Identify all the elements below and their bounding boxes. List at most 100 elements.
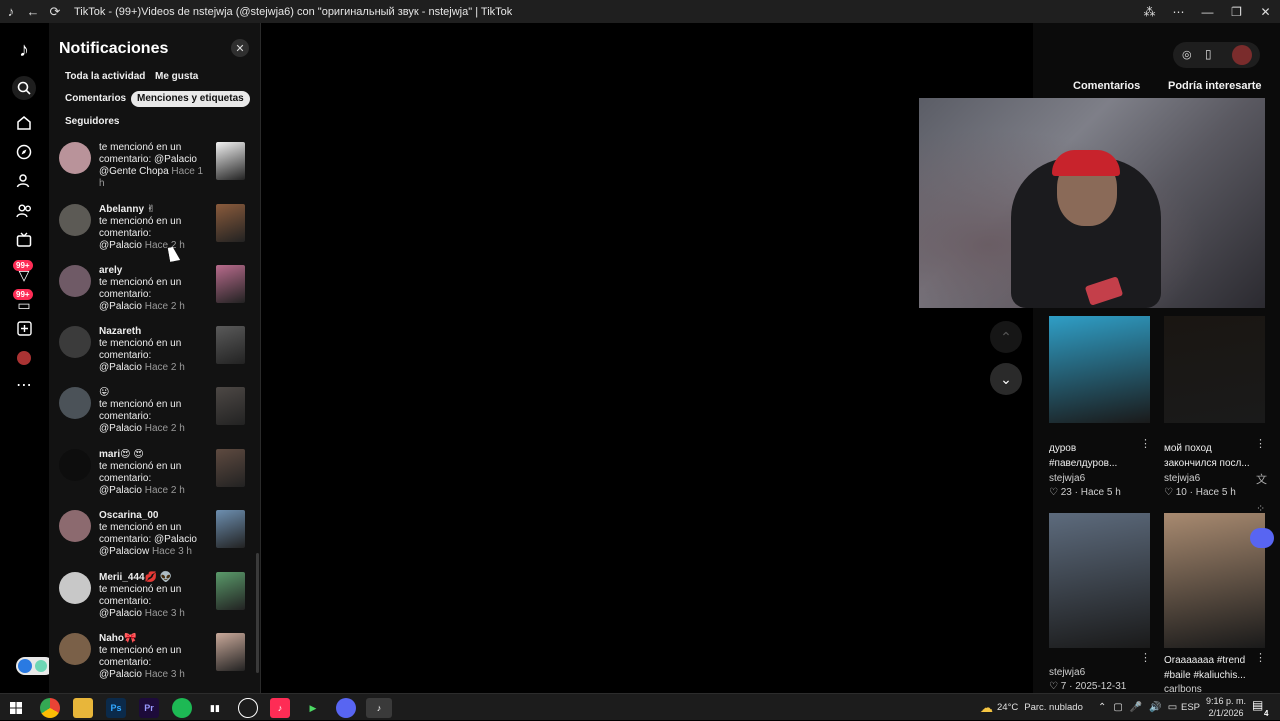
more-options-icon[interactable]: ⋯: [1164, 0, 1193, 23]
filter-mentions[interactable]: Menciones y etiquetas: [131, 91, 250, 107]
live-tv-icon[interactable]: [12, 228, 36, 252]
notification-item[interactable]: arely te mencionó en un comentario: @Palaci…: [49, 261, 261, 322]
video-player-area[interactable]: ⌃ ⌄: [262, 23, 1033, 693]
premiere-icon[interactable]: Pr: [139, 698, 159, 718]
notification-video-thumbnail[interactable]: [216, 449, 245, 487]
recommended-video-thumbnail[interactable]: [1164, 316, 1265, 423]
tab-comments[interactable]: Comentarios: [1073, 80, 1140, 92]
notification-username[interactable]: Oscarina_00: [99, 510, 209, 522]
filter-followers[interactable]: Seguidores: [59, 114, 125, 130]
reload-icon[interactable]: ⟳: [44, 0, 66, 23]
minimize-button[interactable]: —: [1193, 0, 1222, 23]
recommended-video-author[interactable]: stejwja6: [1049, 667, 1085, 678]
chrome-icon[interactable]: [40, 698, 60, 718]
card-more-icon[interactable]: ⋮: [1140, 437, 1151, 450]
user-avatar[interactable]: [1232, 45, 1252, 65]
notification-video-thumbnail[interactable]: [216, 265, 245, 303]
filter-all-activity[interactable]: Toda la actividad: [59, 69, 151, 85]
recommended-video-title-line2[interactable]: закончился посл...: [1164, 456, 1260, 471]
following-icon[interactable]: [12, 169, 36, 193]
notification-center-icon[interactable]: ▤: [1252, 698, 1263, 712]
translate-side-icon[interactable]: 文: [1256, 471, 1267, 487]
translate-icon[interactable]: ⁂: [1135, 0, 1164, 23]
notification-username[interactable]: 😛: [99, 387, 209, 399]
notification-item[interactable]: mari😍 😍 te mencionó en un comentario: @Pala…: [49, 445, 261, 506]
activity-chat-icon[interactable]: ▭: [12, 293, 36, 317]
tiktok-pinned-icon[interactable]: ♪: [270, 698, 290, 718]
volume-icon[interactable]: 🔊: [1149, 702, 1161, 713]
photoshop-icon[interactable]: Ps: [106, 698, 126, 718]
recommended-video-title[interactable]: мой поход: [1164, 441, 1260, 456]
card-more-icon[interactable]: ⋮: [1255, 437, 1266, 450]
search-icon[interactable]: [12, 76, 36, 100]
notification-video-thumbnail[interactable]: [216, 204, 245, 242]
home-icon[interactable]: [12, 111, 36, 135]
next-video-button[interactable]: ⌄: [990, 363, 1022, 395]
notification-video-thumbnail[interactable]: [216, 510, 245, 548]
notification-video-thumbnail[interactable]: [216, 142, 245, 180]
notification-video-thumbnail[interactable]: [216, 572, 245, 610]
weather-widget[interactable]: ☁ 24°C Parc. nublado: [980, 694, 1083, 721]
tray-app-icon[interactable]: ▢: [1113, 702, 1122, 713]
audio-app-icon[interactable]: ▮▮: [205, 698, 225, 718]
notification-video-thumbnail[interactable]: [216, 387, 245, 425]
tiktok-active-icon[interactable]: ♪: [366, 698, 392, 718]
maximize-button[interactable]: ❐: [1222, 0, 1251, 23]
notification-avatar[interactable]: [59, 449, 91, 481]
notification-username[interactable]: arely: [99, 265, 209, 277]
notification-username[interactable]: mari😍 😍: [99, 449, 209, 461]
recommended-video-title-line2[interactable]: #baile #kaliuchis...: [1164, 668, 1260, 683]
recommended-video-author[interactable]: stejwja6: [1164, 473, 1200, 484]
play-app-icon[interactable]: ▶: [303, 698, 323, 718]
notification-username[interactable]: Abelanny ✌: [99, 204, 209, 216]
previous-video-button[interactable]: ⌃: [990, 321, 1022, 353]
recommended-video-thumbnail[interactable]: [1049, 316, 1150, 423]
compass-icon[interactable]: ◎: [1182, 48, 1192, 61]
notification-username[interactable]: Merii_444💋 👽: [99, 572, 209, 584]
close-window-button[interactable]: ✕: [1251, 0, 1280, 23]
spotify-icon[interactable]: [172, 698, 192, 718]
microphone-icon[interactable]: 🎤: [1130, 702, 1142, 713]
apps-side-icon[interactable]: ⁘: [1256, 502, 1265, 515]
language-indicator[interactable]: ESP: [1181, 694, 1200, 721]
file-explorer-icon[interactable]: [73, 698, 93, 718]
network-icon[interactable]: ▭: [1168, 702, 1177, 713]
notification-scrollbar[interactable]: [256, 553, 259, 673]
upload-icon[interactable]: [12, 316, 36, 340]
close-icon[interactable]: ✕: [231, 39, 249, 57]
notification-video-thumbnail[interactable]: [216, 633, 245, 671]
picture-in-picture-video[interactable]: [919, 98, 1265, 308]
notification-item[interactable]: Merii_444💋 👽 te mencionó en un comentario:…: [49, 568, 261, 629]
windows-start-icon[interactable]: [6, 698, 26, 718]
notification-avatar[interactable]: [59, 142, 91, 174]
filter-comments[interactable]: Comentarios: [59, 91, 132, 107]
notification-item[interactable]: te mencionó en un comentario: @Palacio @Ge…: [49, 138, 261, 199]
more-icon[interactable]: ⋯: [12, 373, 36, 397]
notification-username[interactable]: Nazareth: [99, 326, 209, 338]
notification-avatar[interactable]: [59, 204, 91, 236]
notification-avatar[interactable]: [59, 572, 91, 604]
tray-arrow-icon[interactable]: ⌃: [1098, 702, 1106, 713]
system-tray-icons[interactable]: ⌃ ▢ 🎤 🔊 ▭: [1098, 694, 1177, 721]
back-arrow-icon[interactable]: ←: [22, 0, 44, 23]
clock[interactable]: 9:16 p. m. 2/1/2026: [1203, 695, 1249, 719]
recommended-video-author[interactable]: stejwja6: [1049, 473, 1085, 484]
recommended-video-thumbnail[interactable]: [1049, 513, 1150, 648]
notification-username[interactable]: Naho🎀: [99, 633, 209, 645]
notification-avatar[interactable]: [59, 633, 91, 665]
notification-item[interactable]: Abelanny ✌ te mencionó en un comentario: @P…: [49, 200, 261, 261]
explore-compass-icon[interactable]: [12, 140, 36, 164]
friends-icon[interactable]: [12, 199, 36, 223]
notification-avatar[interactable]: [59, 510, 91, 542]
tiktok-logo-icon[interactable]: ♪: [12, 38, 36, 62]
notification-video-thumbnail[interactable]: [216, 326, 245, 364]
phone-icon[interactable]: ▯: [1205, 47, 1212, 61]
obs-icon[interactable]: [238, 698, 258, 718]
profile-avatar[interactable]: [12, 346, 36, 370]
notification-item[interactable]: Naho🎀 te mencionó en un comentario: @Palaci…: [49, 629, 261, 690]
notification-avatar[interactable]: [59, 387, 91, 419]
notification-avatar[interactable]: [59, 326, 91, 358]
assistant-side-icon[interactable]: [1250, 528, 1274, 548]
notification-item[interactable]: Nazareth te mencionó en un comentario: @Pal…: [49, 322, 261, 383]
card-more-icon[interactable]: ⋮: [1255, 651, 1266, 664]
